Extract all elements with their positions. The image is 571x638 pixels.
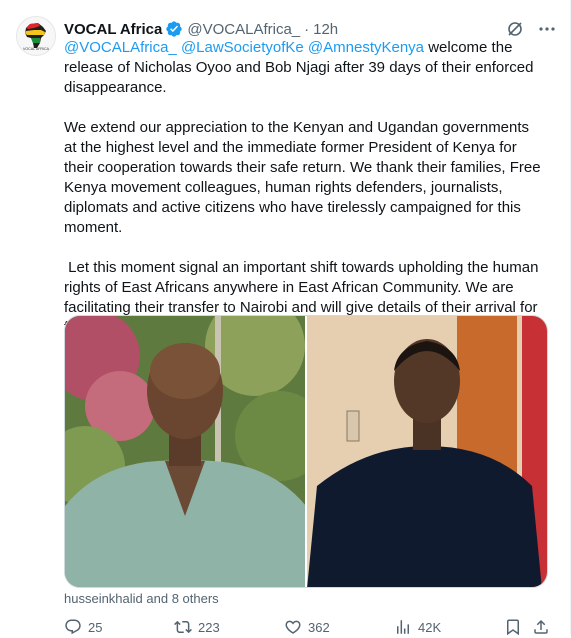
author-name[interactable]: VOCAL Africa xyxy=(64,21,162,38)
tweet-text: @VOCALAfrica_ @LawSocietyofKe @AmnestyKe… xyxy=(64,38,544,358)
verified-badge-icon xyxy=(165,20,183,38)
avatar[interactable]: VOCAL AFRICA xyxy=(16,16,56,56)
repost-button[interactable]: 223 xyxy=(174,618,220,636)
separator-dot: · xyxy=(304,20,310,38)
like-button[interactable]: 362 xyxy=(284,618,330,636)
photo-left[interactable] xyxy=(65,316,305,587)
timestamp[interactable]: 12h xyxy=(313,21,338,38)
views-button[interactable]: 42K xyxy=(394,618,441,636)
more-icon[interactable] xyxy=(538,20,556,38)
media-grid xyxy=(64,315,548,588)
bookmark-icon xyxy=(507,619,519,636)
tweet-header: VOCAL Africa @VOCALAfrica_ · 12h xyxy=(64,18,556,40)
paragraph-1: @VOCALAfrica_ @LawSocietyofKe @AmnestyKe… xyxy=(64,38,544,98)
views-icon xyxy=(397,620,409,634)
reply-icon xyxy=(65,619,81,635)
repost-icon xyxy=(174,620,192,634)
mention-link[interactable]: @AmnestyKenya xyxy=(308,39,424,56)
mention-link[interactable]: @VOCALAfrica_ xyxy=(64,39,177,56)
bookmark-button[interactable] xyxy=(504,618,522,636)
reply-button[interactable]: 25 xyxy=(64,618,102,636)
share-button[interactable] xyxy=(532,618,550,636)
reply-count: 25 xyxy=(88,619,103,635)
share-icon xyxy=(534,619,548,634)
mention-link[interactable]: @LawSocietyofKe xyxy=(181,39,304,56)
repost-count: 223 xyxy=(198,619,220,635)
paragraph-2: We extend our appreciation to the Kenyan… xyxy=(64,119,545,236)
vocal-africa-logo: VOCAL AFRICA xyxy=(23,23,50,51)
author-handle[interactable]: @VOCALAfrica_ xyxy=(187,21,300,38)
svg-text:VOCAL AFRICA: VOCAL AFRICA xyxy=(23,47,50,51)
like-icon xyxy=(285,620,301,634)
photo-right[interactable] xyxy=(307,316,547,587)
tweet[interactable]: VOCAL AFRICA VOCAL Africa @VOCALAfrica_ … xyxy=(0,0,571,638)
views-count: 42K xyxy=(418,619,442,635)
grok-icon[interactable] xyxy=(506,20,524,38)
tagged-users[interactable]: husseinkhalid and 8 others xyxy=(64,591,219,606)
action-bar: 25 223 362 42K xyxy=(64,618,551,638)
like-count: 362 xyxy=(308,619,330,635)
